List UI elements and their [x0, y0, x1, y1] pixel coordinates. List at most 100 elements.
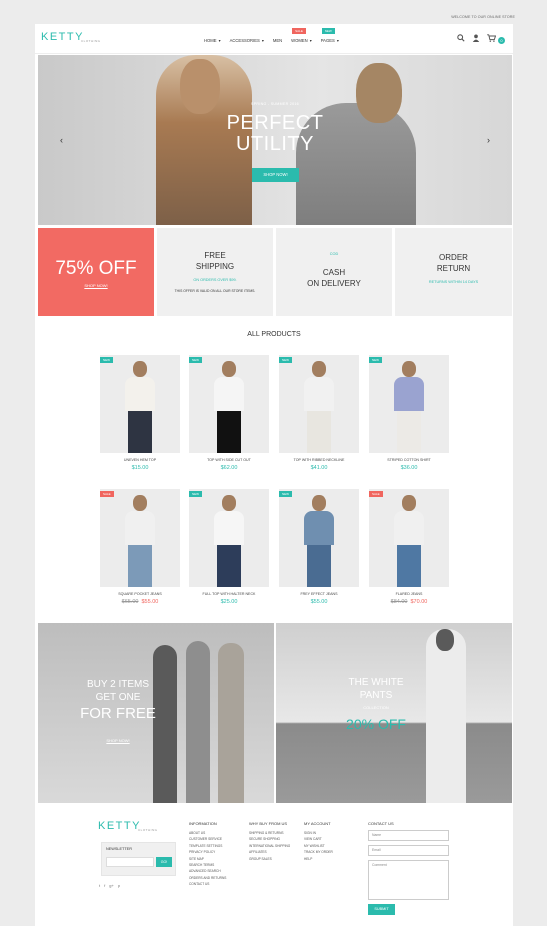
twitter-icon[interactable]: t: [99, 883, 100, 888]
product-current-price: $41.00: [310, 465, 328, 471]
site-logo[interactable]: KETTY: [41, 31, 84, 43]
product-name[interactable]: Top with side cut out: [189, 458, 269, 462]
banner-line: Buy 2 items: [86, 679, 150, 690]
product-card[interactable]: New Uneven hem top $15.00: [100, 355, 180, 471]
footer-col-why-buy: Why buy from us Shipping & Returns Secure …: [249, 821, 290, 862]
footer-link[interactable]: Customer Service: [189, 836, 226, 842]
cart-icon[interactable]: 0: [487, 34, 505, 44]
contact-name-field[interactable]: Name: [368, 830, 449, 841]
product-card[interactable]: New Full top with halter neck $25.00: [189, 489, 269, 605]
google-plus-icon[interactable]: g+: [109, 883, 114, 888]
footer-link[interactable]: Track My Order: [304, 849, 333, 855]
next-slide-icon[interactable]: ›: [487, 135, 490, 145]
prev-slide-icon[interactable]: ‹: [60, 135, 63, 145]
product-model-head: [402, 361, 416, 377]
features-row: 75% OFF Shop now! Free Shipping On orders…: [38, 228, 512, 316]
product-badge: New: [279, 491, 292, 497]
product-model-top: [394, 511, 424, 545]
product-badge: Sale: [369, 491, 383, 497]
shop-now-button[interactable]: Shop now!: [252, 168, 299, 182]
product-name[interactable]: Flared jeans: [369, 592, 449, 596]
product-image[interactable]: New: [279, 489, 359, 587]
product-price: $65.00 $55.00: [100, 599, 180, 605]
product-image[interactable]: Sale: [100, 489, 180, 587]
banner-shop-link[interactable]: Shop now!: [68, 738, 168, 743]
chevron-down-icon: ▾: [336, 38, 339, 43]
promo-shop-link[interactable]: Shop now!: [38, 283, 154, 288]
nav-item-women[interactable]: Sale Women ▾: [291, 28, 312, 43]
product-price: $25.00: [189, 599, 269, 605]
product-model-head: [402, 495, 416, 511]
product-current-price: $55.00: [310, 599, 328, 605]
product-current-price: $25.00: [220, 599, 238, 605]
footer-link[interactable]: Help: [304, 856, 333, 862]
logo-tagline: CLOTHING: [81, 39, 101, 43]
product-name[interactable]: Frey effect jeans: [279, 592, 359, 596]
user-icon[interactable]: [472, 34, 480, 44]
hero-title-line: UTILITY: [236, 133, 314, 155]
nav-label: Accessories: [229, 38, 260, 43]
search-icon[interactable]: [457, 34, 465, 44]
nav-item-men[interactable]: Men: [273, 38, 282, 43]
product-image[interactable]: New: [189, 489, 269, 587]
product-image[interactable]: New: [369, 355, 449, 453]
feature-title: Free Shipping: [157, 250, 273, 272]
product-image[interactable]: New: [189, 355, 269, 453]
nav-label: Home: [204, 38, 217, 43]
product-model-head: [312, 361, 326, 377]
product-image[interactable]: New: [100, 355, 180, 453]
hero-title-line: PERFECT: [226, 112, 324, 134]
product-price: $62.00: [189, 465, 269, 471]
footer-logo[interactable]: KETTY: [98, 820, 141, 832]
contact-submit-button[interactable]: Submit: [368, 904, 395, 915]
contact-form: Contact us Name Email Comment Submit: [368, 821, 450, 915]
product-name[interactable]: Uneven hem top: [100, 458, 180, 462]
pinterest-icon[interactable]: p: [118, 883, 120, 888]
newsletter-submit-button[interactable]: Go!: [156, 857, 172, 867]
newsletter-input[interactable]: [106, 857, 154, 867]
product-model-bottom: [307, 411, 331, 453]
product-badge: New: [100, 357, 113, 363]
nav-item-pages[interactable]: New Pages ▾: [321, 28, 339, 43]
footer-link[interactable]: Group Sales: [249, 856, 290, 862]
product-model-bottom: [217, 411, 241, 453]
product-price: $41.00: [279, 465, 359, 471]
product-model-bottom: [397, 411, 421, 453]
product-model-bottom: [307, 545, 331, 587]
footer-col-my-account: My account Sign In View Cart My Wishlist Tra…: [304, 821, 333, 862]
welcome-message: Welcome to our online store: [451, 15, 515, 19]
banner-model: [186, 641, 210, 803]
product-sale-price: $70.00: [410, 599, 428, 605]
product-card[interactable]: Sale Square pocket jeans $65.00 $55.00: [100, 489, 180, 605]
cash-on-delivery-block: COD Cash on Delivery: [276, 228, 392, 316]
product-name[interactable]: Striped cotton shirt: [369, 458, 449, 462]
product-model-top: [214, 511, 244, 545]
product-card[interactable]: Sale Flared jeans $84.00 $70.00: [369, 489, 449, 605]
product-image[interactable]: Sale: [369, 489, 449, 587]
nav-item-home[interactable]: Home ▾: [204, 38, 221, 43]
chevron-down-icon: ▾: [218, 38, 221, 43]
product-card[interactable]: New Top with ribbed neckline $41.00: [279, 355, 359, 471]
contact-comment-field[interactable]: Comment: [368, 860, 449, 900]
product-card[interactable]: New Frey effect jeans $55.00: [279, 489, 359, 605]
hero-title: PERFECT UTILITY: [38, 113, 512, 155]
facebook-icon[interactable]: f: [104, 883, 105, 888]
hero-kicker: SPRING - SUMMER 2016: [251, 102, 299, 106]
product-name[interactable]: Full top with halter neck: [189, 592, 269, 596]
nav-item-accessories[interactable]: Accessories ▾: [230, 38, 264, 43]
product-image[interactable]: New: [279, 355, 359, 453]
product-old-price: $65.00: [121, 599, 139, 605]
promo-banner-white-pants[interactable]: The white pants Collection 20% OFF: [276, 623, 512, 803]
banner-line: pants: [359, 690, 393, 701]
banner-model: [426, 629, 466, 803]
product-badge: New: [189, 357, 202, 363]
product-name[interactable]: Square pocket jeans: [100, 592, 180, 596]
product-model-bottom: [128, 545, 152, 587]
promo-banner-buy2[interactable]: Buy 2 items get one for free Shop now!: [38, 623, 274, 803]
product-card[interactable]: New Striped cotton shirt $36.00: [369, 355, 449, 471]
product-card[interactable]: New Top with side cut out $62.00: [189, 355, 269, 471]
contact-email-field[interactable]: Email: [368, 845, 449, 856]
footer-link[interactable]: Contact Us: [189, 881, 226, 887]
product-name[interactable]: Top with ribbed neckline: [279, 458, 359, 462]
product-sale-price: $55.00: [141, 599, 159, 605]
